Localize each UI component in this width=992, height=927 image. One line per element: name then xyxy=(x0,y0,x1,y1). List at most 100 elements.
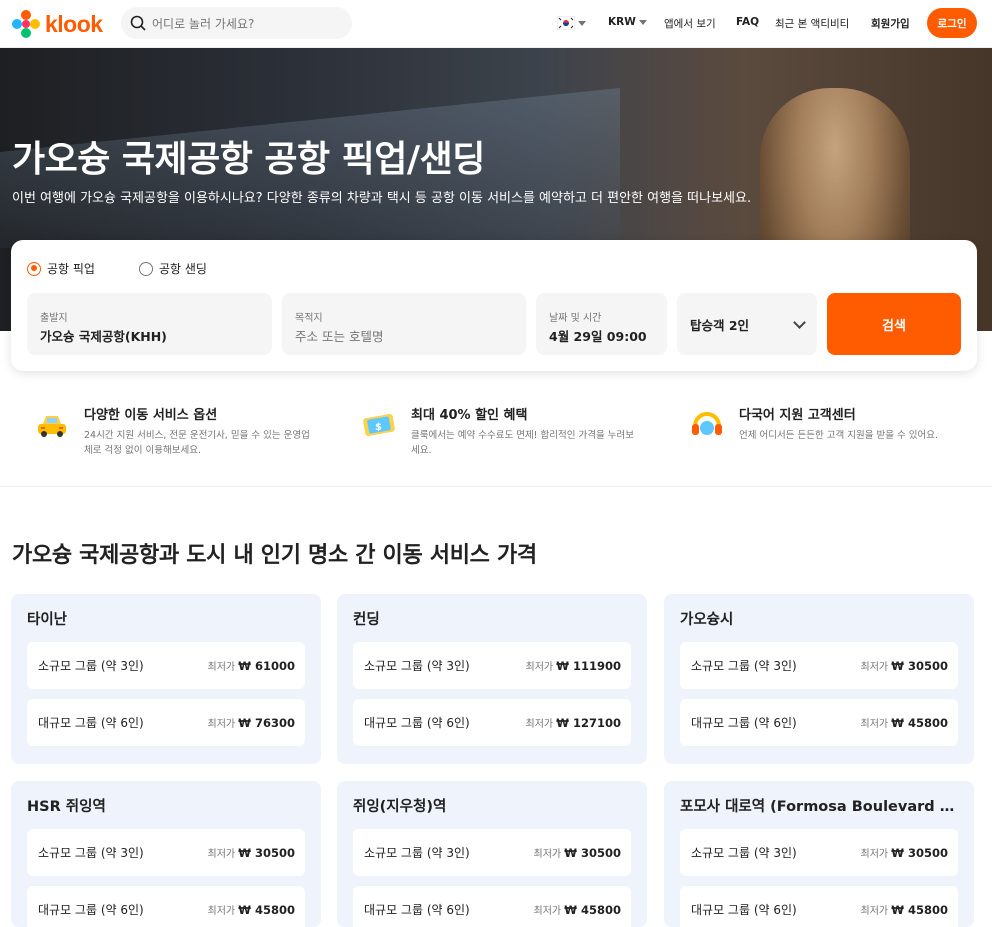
price-row[interactable]: 소규모 그룹 (약 3인) 최저가 ₩ 30500 xyxy=(680,642,958,689)
price-row[interactable]: 대규모 그룹 (약 6인) 최저가 ₩ 45800 xyxy=(680,886,958,927)
klook-logo[interactable]: klook xyxy=(11,9,103,39)
radio-button[interactable] xyxy=(138,261,153,276)
destination-card: 컨딩 소규모 그룹 (약 3인) 최저가 ₩ 111900 대규모 그룹 (약 … xyxy=(337,594,647,764)
radio-dropoff[interactable]: 공항 샌딩 xyxy=(138,260,207,277)
origin-label: 출발지 xyxy=(40,313,68,324)
booking-card: 공항 픽업 공항 샌딩 출발지 가오슝 국제공항(KHH) 목적지 주소 또는 … xyxy=(11,240,977,371)
price-display: 최저가 ₩ 30500 xyxy=(861,845,949,860)
price-prefix: 최저가 xyxy=(207,662,236,673)
nav-app-link[interactable]: 앱에서 보기 xyxy=(664,16,716,31)
feature-title: 최대 40% 할인 혜택 xyxy=(411,408,528,423)
price-row[interactable]: 소규모 그룹 (약 3인) 최저가 ₩ 30500 xyxy=(680,829,958,876)
language-selector[interactable] xyxy=(557,16,586,30)
price-amount: ₩ 127100 xyxy=(556,716,621,730)
price-prefix: 최저가 xyxy=(860,906,889,917)
price-display: 최저가 ₩ 30500 xyxy=(861,658,949,673)
price-row[interactable]: 소규모 그룹 (약 3인) 최저가 ₩ 111900 xyxy=(353,642,631,689)
price-amount: ₩ 45800 xyxy=(564,903,621,917)
price-display: 최저가 ₩ 30500 xyxy=(208,845,296,860)
price-row[interactable]: 소규모 그룹 (약 3인) 최저가 ₩ 30500 xyxy=(27,829,305,876)
currency-selector[interactable]: KRW xyxy=(608,16,647,28)
destination-field[interactable]: 목적지 주소 또는 호텔명 xyxy=(282,293,526,355)
price-row[interactable]: 소규모 그룹 (약 3인) 최저가 ₩ 30500 xyxy=(353,829,631,876)
destination-card: 쥐잉(지우청)역 소규모 그룹 (약 3인) 최저가 ₩ 30500 대규모 그… xyxy=(337,781,647,927)
price-display: 최저가 ₩ 111900 xyxy=(526,658,622,673)
chevron-down-icon xyxy=(578,20,586,26)
destination-name: 쥐잉(지우청)역 xyxy=(353,799,447,815)
page-subtitle: 이번 여행에 가오슝 국제공항을 이용하시나요? 다양한 종류의 차량과 택시 … xyxy=(12,191,752,206)
passenger-value: 탑승객 2인 xyxy=(690,317,750,333)
section-title: 가오슝 국제공항과 도시 내 인기 명소 간 이동 서비스 가격 xyxy=(12,543,537,568)
datetime-field[interactable]: 날짜 및 시간 4월 29일 09:00 xyxy=(536,293,667,355)
price-amount: ₩ 30500 xyxy=(891,846,948,860)
feature-desc: 24시간 지원 서비스, 전문 운전기사, 믿을 수 있는 운영업체로 걱정 없… xyxy=(84,430,310,456)
feature-item: 다국어 지원 고객센터 언제 어디서든 든든한 고객 지원을 받을 수 있어요. xyxy=(687,404,969,444)
search-placeholder: 어디로 놀러 가세요? xyxy=(152,16,255,31)
price-amount: ₩ 45800 xyxy=(238,903,295,917)
group-size-label: 대규모 그룹 (약 6인) xyxy=(38,716,144,730)
svg-text:$: $ xyxy=(375,422,382,433)
price-amount: ₩ 30500 xyxy=(238,846,295,860)
radio-pickup-label: 공항 픽업 xyxy=(47,262,95,276)
destination-name: 컨딩 xyxy=(353,612,380,628)
group-size-label: 소규모 그룹 (약 3인) xyxy=(691,846,797,860)
origin-field[interactable]: 출발지 가오슝 국제공항(KHH) xyxy=(27,293,272,355)
price-row[interactable]: 대규모 그룹 (약 6인) 최저가 ₩ 45800 xyxy=(680,699,958,746)
origin-value: 가오슝 국제공항(KHH) xyxy=(40,329,167,344)
destination-name: 가오슝시 xyxy=(680,612,734,628)
price-row[interactable]: 소규모 그룹 (약 3인) 최저가 ₩ 61000 xyxy=(27,642,305,689)
price-prefix: 최저가 xyxy=(525,719,554,730)
price-amount: ₩ 45800 xyxy=(891,716,948,730)
nav-faq-link[interactable]: FAQ xyxy=(736,16,759,28)
price-prefix: 최저가 xyxy=(207,906,236,917)
price-prefix: 최저가 xyxy=(533,906,562,917)
radio-button-selected[interactable] xyxy=(27,261,41,276)
group-size-label: 대규모 그룹 (약 6인) xyxy=(364,716,470,730)
price-prefix: 최저가 xyxy=(860,719,889,730)
ticket-discount-icon: $ xyxy=(363,414,395,436)
nav-signup-link[interactable]: 회원가입 xyxy=(871,16,910,31)
price-amount: ₩ 30500 xyxy=(891,659,948,673)
price-amount: ₩ 111900 xyxy=(556,659,621,673)
search-bar[interactable]: 어디로 놀러 가세요? xyxy=(121,7,352,39)
price-prefix: 최저가 xyxy=(207,849,236,860)
login-button[interactable]: 로그인 xyxy=(927,8,977,38)
top-header: klook 어디로 놀러 가세요? KRW 앱에서 보기 FAQ 최근 본 액티… xyxy=(0,0,992,48)
price-display: 최저가 ₩ 45800 xyxy=(534,902,622,917)
price-row[interactable]: 대규모 그룹 (약 6인) 최저가 ₩ 76300 xyxy=(27,699,305,746)
radio-dropoff-label: 공항 샌딩 xyxy=(158,262,207,276)
destination-card: 타이난 소규모 그룹 (약 3인) 최저가 ₩ 61000 대규모 그룹 (약 … xyxy=(11,594,321,764)
price-prefix: 최저가 xyxy=(860,662,889,673)
datetime-label: 날짜 및 시간 xyxy=(549,313,602,324)
price-prefix: 최저가 xyxy=(207,719,236,730)
group-size-label: 소규모 그룹 (약 3인) xyxy=(691,659,797,673)
price-display: 최저가 ₩ 127100 xyxy=(526,715,622,730)
feature-desc: 클룩에서는 예약 수수료도 면제! 합리적인 가격을 누려보세요. xyxy=(411,430,634,456)
radio-pickup[interactable]: 공항 픽업 xyxy=(27,260,95,277)
feature-desc: 언제 어디서든 든든한 고객 지원을 받을 수 있어요. xyxy=(739,430,938,441)
logo-text: klook xyxy=(45,10,103,37)
destination-input[interactable]: 주소 또는 호텔명 xyxy=(295,326,513,345)
price-display: 최저가 ₩ 45800 xyxy=(861,902,949,917)
passenger-selector[interactable]: 탑승객 2인 xyxy=(677,293,817,355)
price-row[interactable]: 대규모 그룹 (약 6인) 최저가 ₩ 45800 xyxy=(353,886,631,927)
price-prefix: 최저가 xyxy=(525,662,554,673)
chevron-down-icon xyxy=(793,315,806,329)
nav-recent-link[interactable]: 최근 본 액티비티 xyxy=(775,16,849,31)
klook-logo-icon xyxy=(12,10,40,38)
search-button[interactable]: 검색 xyxy=(827,293,961,355)
destination-label: 목적지 xyxy=(295,313,323,324)
price-prefix: 최저가 xyxy=(860,849,889,860)
destination-card: HSR 쥐잉역 소규모 그룹 (약 3인) 최저가 ₩ 30500 대규모 그룹… xyxy=(11,781,321,927)
destination-name: 타이난 xyxy=(27,612,68,628)
price-row[interactable]: 대규모 그룹 (약 6인) 최저가 ₩ 45800 xyxy=(27,886,305,927)
feature-strip: 다양한 이동 서비스 옵션 24시간 지원 서비스, 전문 운전기사, 믿을 수… xyxy=(0,390,992,487)
price-prefix: 최저가 xyxy=(533,849,562,860)
trip-type-options: 공항 픽업 공항 샌딩 xyxy=(27,260,207,277)
price-display: 최저가 ₩ 61000 xyxy=(208,658,296,673)
price-row[interactable]: 대규모 그룹 (약 6인) 최저가 ₩ 127100 xyxy=(353,699,631,746)
destination-card: 가오슝시 소규모 그룹 (약 3인) 최저가 ₩ 30500 대규모 그룹 (약… xyxy=(664,594,974,764)
destination-card: 포모사 대로역 (Formosa Boulevard Sta... 소규모 그룹… xyxy=(664,781,974,927)
group-size-label: 소규모 그룹 (약 3인) xyxy=(38,846,144,860)
page-title: 가오슝 국제공항 공항 픽업/샌딩 xyxy=(12,139,485,180)
